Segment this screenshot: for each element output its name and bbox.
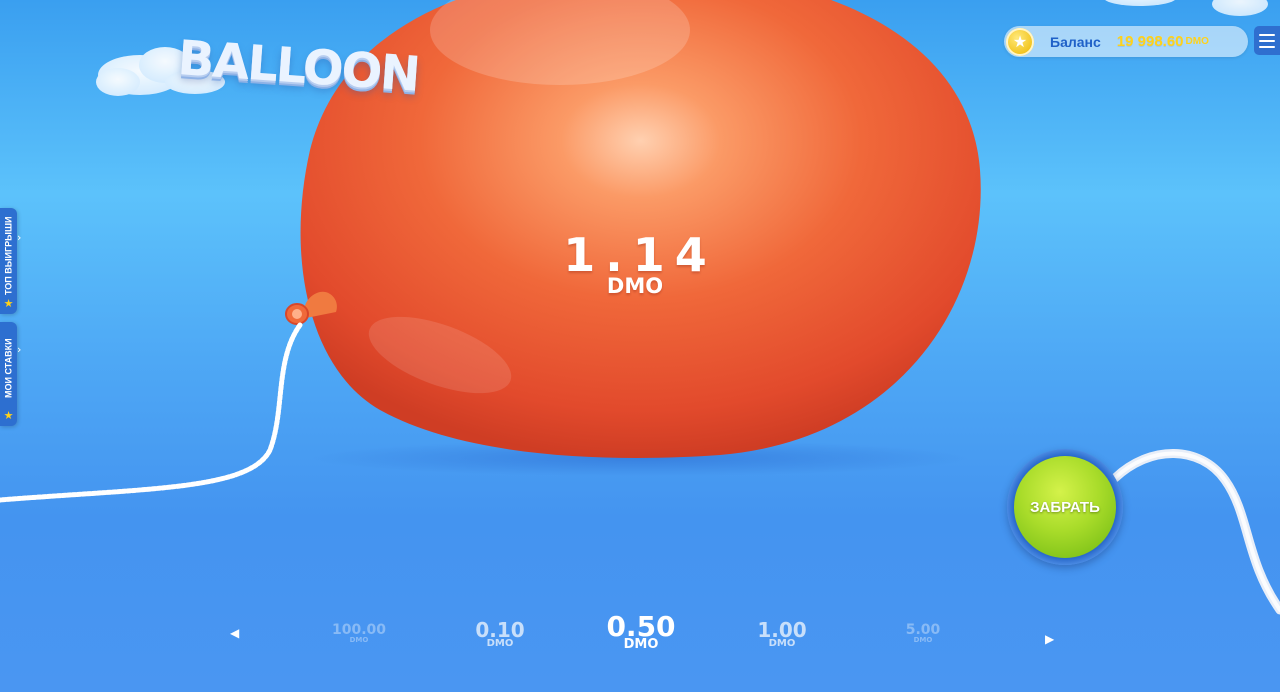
star-icon: ★ [3,409,14,422]
hamburger-menu-icon[interactable] [1254,26,1280,55]
pump-tube [1110,449,1280,615]
balance-currency: DMO [1185,36,1209,47]
balance-amount: 19 998.60 [1116,33,1184,50]
game-scene [0,0,1280,615]
cashout-button[interactable]: ЗАБРАТЬ [1014,456,1116,558]
multiplier-currency: DMO [606,274,664,298]
bet-selector: ◀ 100.00 DMO 0.10 DMO 0.50 DMO 1.00 DMO … [0,600,1280,670]
balance-label: Баланс [1050,33,1101,50]
tab-top-wins-label: ТОП ВЫИГРЫШИ [3,216,14,296]
bet-option[interactable]: 5.00 DMO [890,622,956,644]
triangle-right-icon[interactable]: ▶ [1045,632,1054,646]
balance-display: ★ Баланс 19 998.60 DMO [1004,26,1248,57]
cloud-right [1105,0,1268,16]
chevron-right-icon: › [17,343,22,356]
bet-option-selected[interactable]: 0.50 DMO [596,610,686,652]
star-coin-icon: ★ [1006,27,1034,56]
tab-my-bets-label: МОИ СТАВКИ [3,338,14,398]
triangle-left-icon[interactable]: ◀ [230,626,239,640]
star-icon: ★ [3,297,14,310]
bet-option[interactable]: 1.00 DMO [747,618,817,649]
chevron-right-icon: › [17,231,22,244]
bet-option[interactable]: 0.10 DMO [465,618,535,649]
tab-my-bets[interactable]: МОИ СТАВКИ ★ › [0,322,21,426]
tab-top-wins[interactable]: ТОП ВЫИГРЫШИ ★ › [0,208,21,314]
bet-option[interactable]: 100.00 DMO [320,622,398,644]
balloon-rope [0,322,303,503]
